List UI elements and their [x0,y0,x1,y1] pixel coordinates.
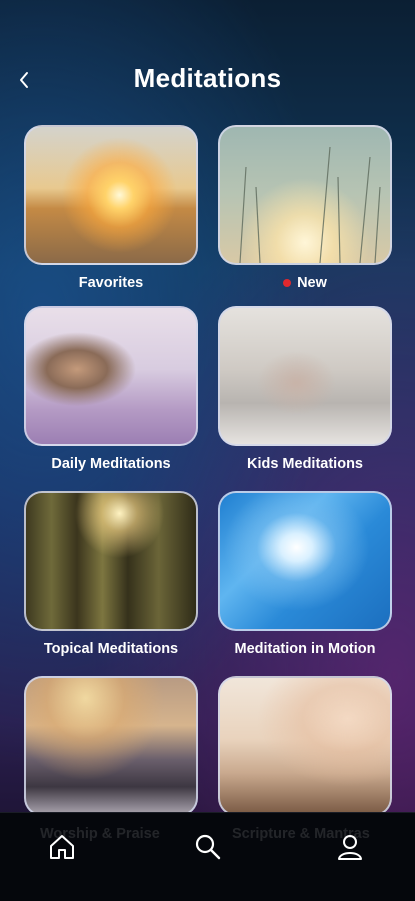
tile-meditation-in-motion[interactable]: Meditation in Motion [218,491,392,657]
tile-favorites[interactable]: Favorites [24,125,198,291]
forest-sunlight-image[interactable] [24,491,198,631]
tab-search[interactable] [188,827,228,867]
tile-topical-meditations[interactable]: Topical Meditations [24,491,198,657]
tab-home[interactable] [42,827,82,867]
tile-scripture-mantras[interactable] [218,676,392,816]
header: Meditations [0,55,415,105]
woman-lavender-field-image[interactable] [24,306,198,446]
mother-child-couch-image[interactable] [218,306,392,446]
tile-label: New [297,275,327,291]
bottom-tab-bar [0,812,415,901]
tile-label: Topical Meditations [43,641,179,657]
home-icon [50,835,74,859]
new-badge-dot [283,279,292,287]
user-icon [338,835,362,860]
grass-sunrise-image[interactable] [218,125,392,265]
tile-new[interactable]: New [218,125,392,291]
snowy-mountain-image[interactable] [24,676,198,816]
grass-stalks-graphic [239,146,381,263]
sunset-hand-image[interactable] [24,125,198,265]
blue-swirl-water-image[interactable] [218,491,392,631]
tab-profile[interactable] [330,827,370,867]
tile-label: Kids Meditations [246,456,363,472]
hand-open-book-image[interactable] [218,676,392,816]
tile-label: Daily Meditations [51,456,171,472]
page-title: Meditations [133,63,282,93]
tile-label: Meditation in Motion [234,641,376,657]
search-icon [195,834,221,860]
tile-worship-praise[interactable] [24,676,198,816]
tile-kids-meditations[interactable]: Kids Meditations [218,306,392,472]
tile-label: Favorites [78,275,144,291]
meditation-grid: Favorites New Daily Meditations Kids Med… [0,125,415,816]
tile-daily-meditations[interactable]: Daily Meditations [24,306,198,472]
